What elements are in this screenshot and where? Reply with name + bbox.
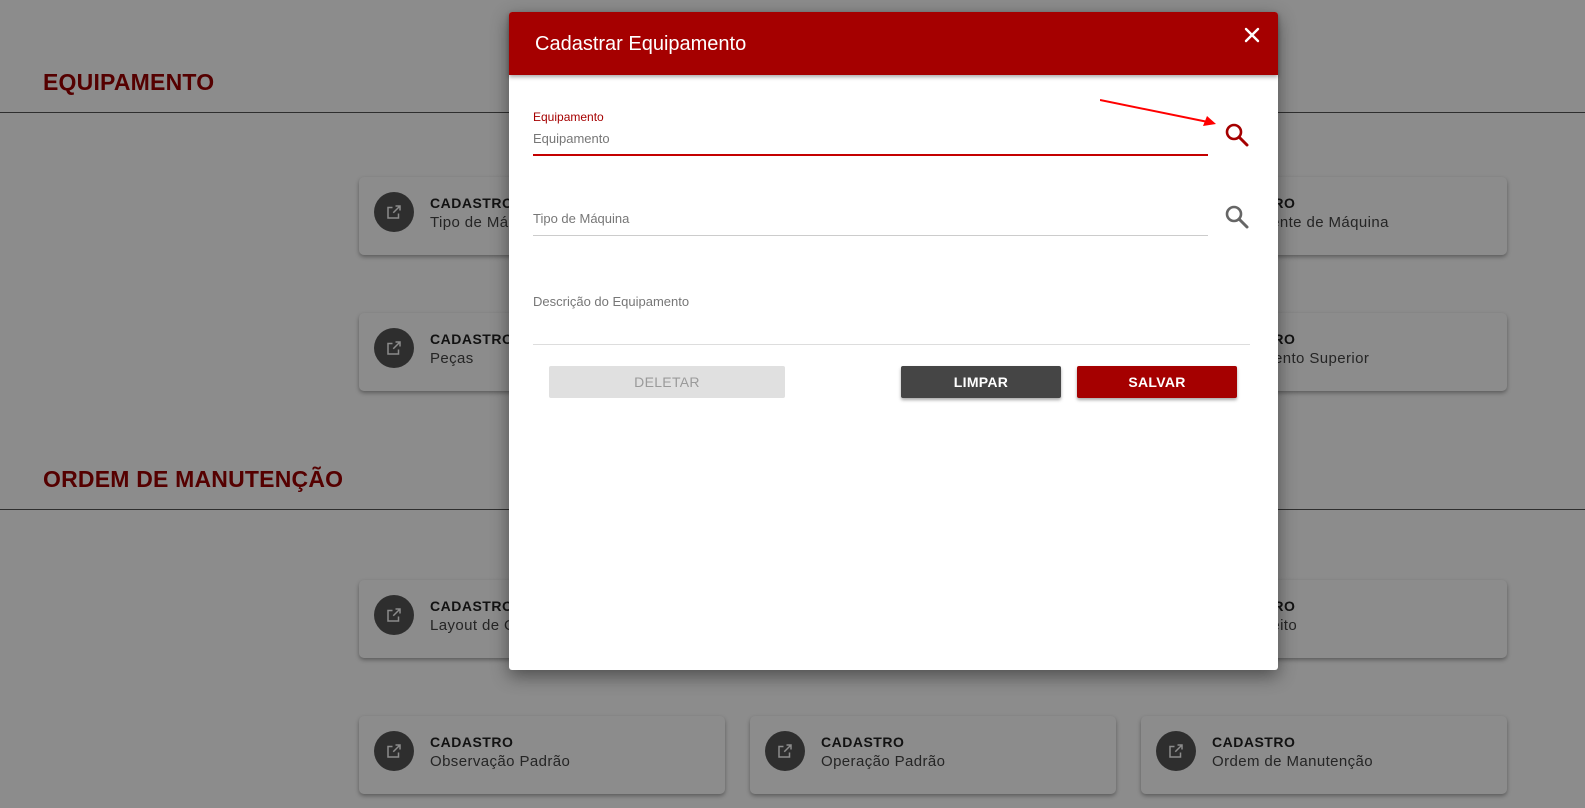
dialog-header: Cadastrar Equipamento — [509, 12, 1278, 75]
delete-button[interactable]: DELETAR — [549, 366, 785, 398]
equipamento-label: Equipamento — [533, 110, 604, 124]
tipo-maquina-field[interactable]: Tipo de Máquina — [533, 207, 1208, 237]
descricao-placeholder: Descrição do Equipamento — [533, 294, 690, 309]
save-button[interactable]: SALVAR — [1077, 366, 1237, 398]
tipo-maquina-placeholder: Tipo de Máquina — [533, 211, 630, 226]
search-icon[interactable] — [1223, 121, 1251, 149]
clear-button[interactable]: LIMPAR — [901, 366, 1061, 398]
search-icon[interactable] — [1223, 203, 1251, 231]
equipamento-input[interactable] — [533, 129, 1208, 147]
dialog-title: Cadastrar Equipamento — [535, 33, 747, 55]
close-icon[interactable] — [1242, 25, 1262, 45]
descricao-field[interactable]: Descrição do Equipamento — [533, 294, 1208, 314]
annotation-arrow — [1100, 99, 1216, 126]
form-divider — [533, 344, 1250, 345]
equipamento-underline — [533, 154, 1208, 156]
tipo-maquina-underline — [533, 235, 1208, 236]
